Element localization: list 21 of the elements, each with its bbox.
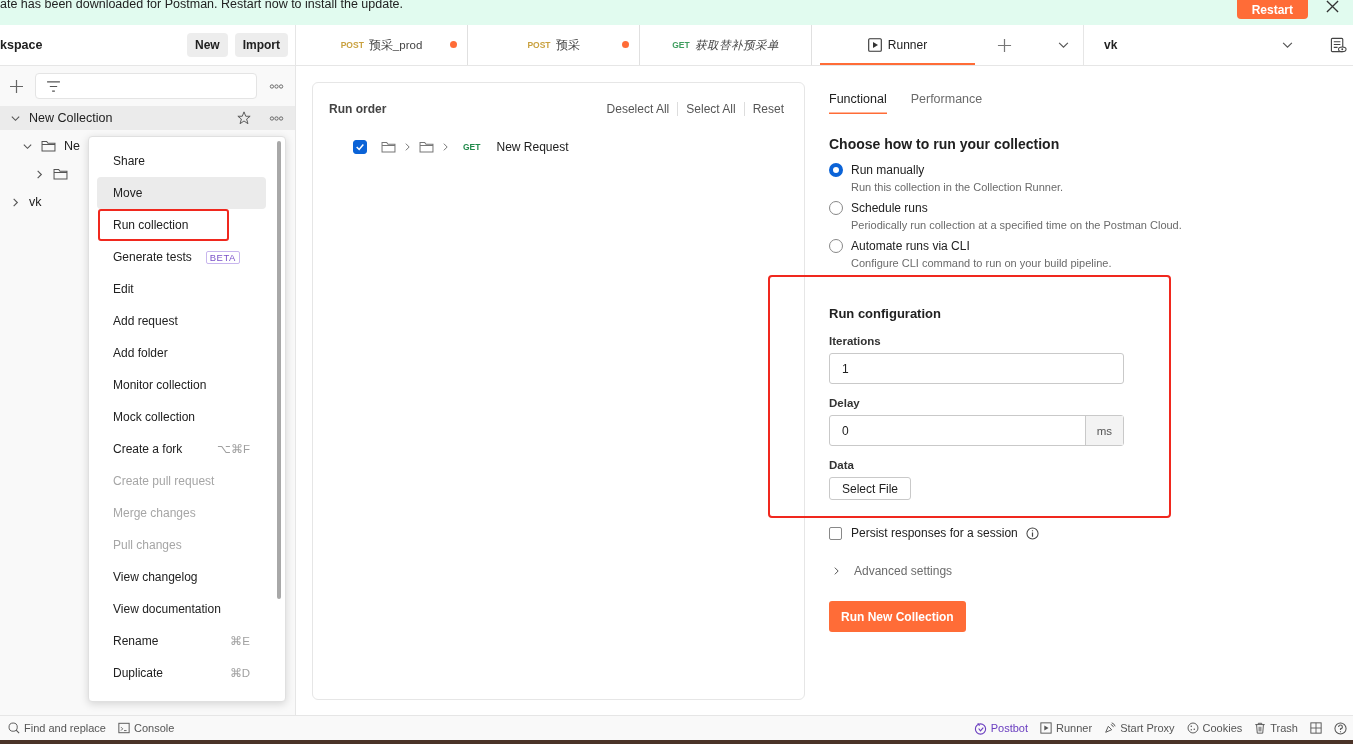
shortcut-text: ⌥⌘F: [216, 442, 251, 456]
option-label: Automate runs via CLI: [851, 239, 970, 253]
field-label: Iterations: [829, 335, 882, 347]
checkbox-label: Persist responses for a session: [851, 526, 1018, 540]
beta-badge: BETA: [205, 250, 240, 264]
workspace-title: kspace: [0, 38, 43, 52]
field-label: Data: [829, 459, 855, 471]
option-label: Schedule runs: [851, 201, 928, 215]
run-order-title: Run order: [329, 102, 387, 116]
option-label: Run manually: [851, 163, 925, 177]
method-label: GET: [463, 142, 481, 152]
unit-label: ms: [1084, 416, 1123, 445]
shortcut-text: ⌘D: [229, 666, 251, 680]
option-description: Periodically run collection at a specified time on the Postman Cloud.: [850, 219, 1183, 231]
request-name: New Request: [496, 140, 569, 154]
section-title: Run configuration: [829, 306, 942, 321]
section-title: Choose how to run your collection: [829, 136, 1061, 152]
field-label: Delay: [829, 397, 861, 409]
option-description: Run this collection in the Collection Runner.: [850, 181, 1065, 193]
shortcut-text: ⌘E: [230, 634, 251, 648]
option-description: Configure CLI command to run on your build pipeline.: [850, 257, 1113, 269]
